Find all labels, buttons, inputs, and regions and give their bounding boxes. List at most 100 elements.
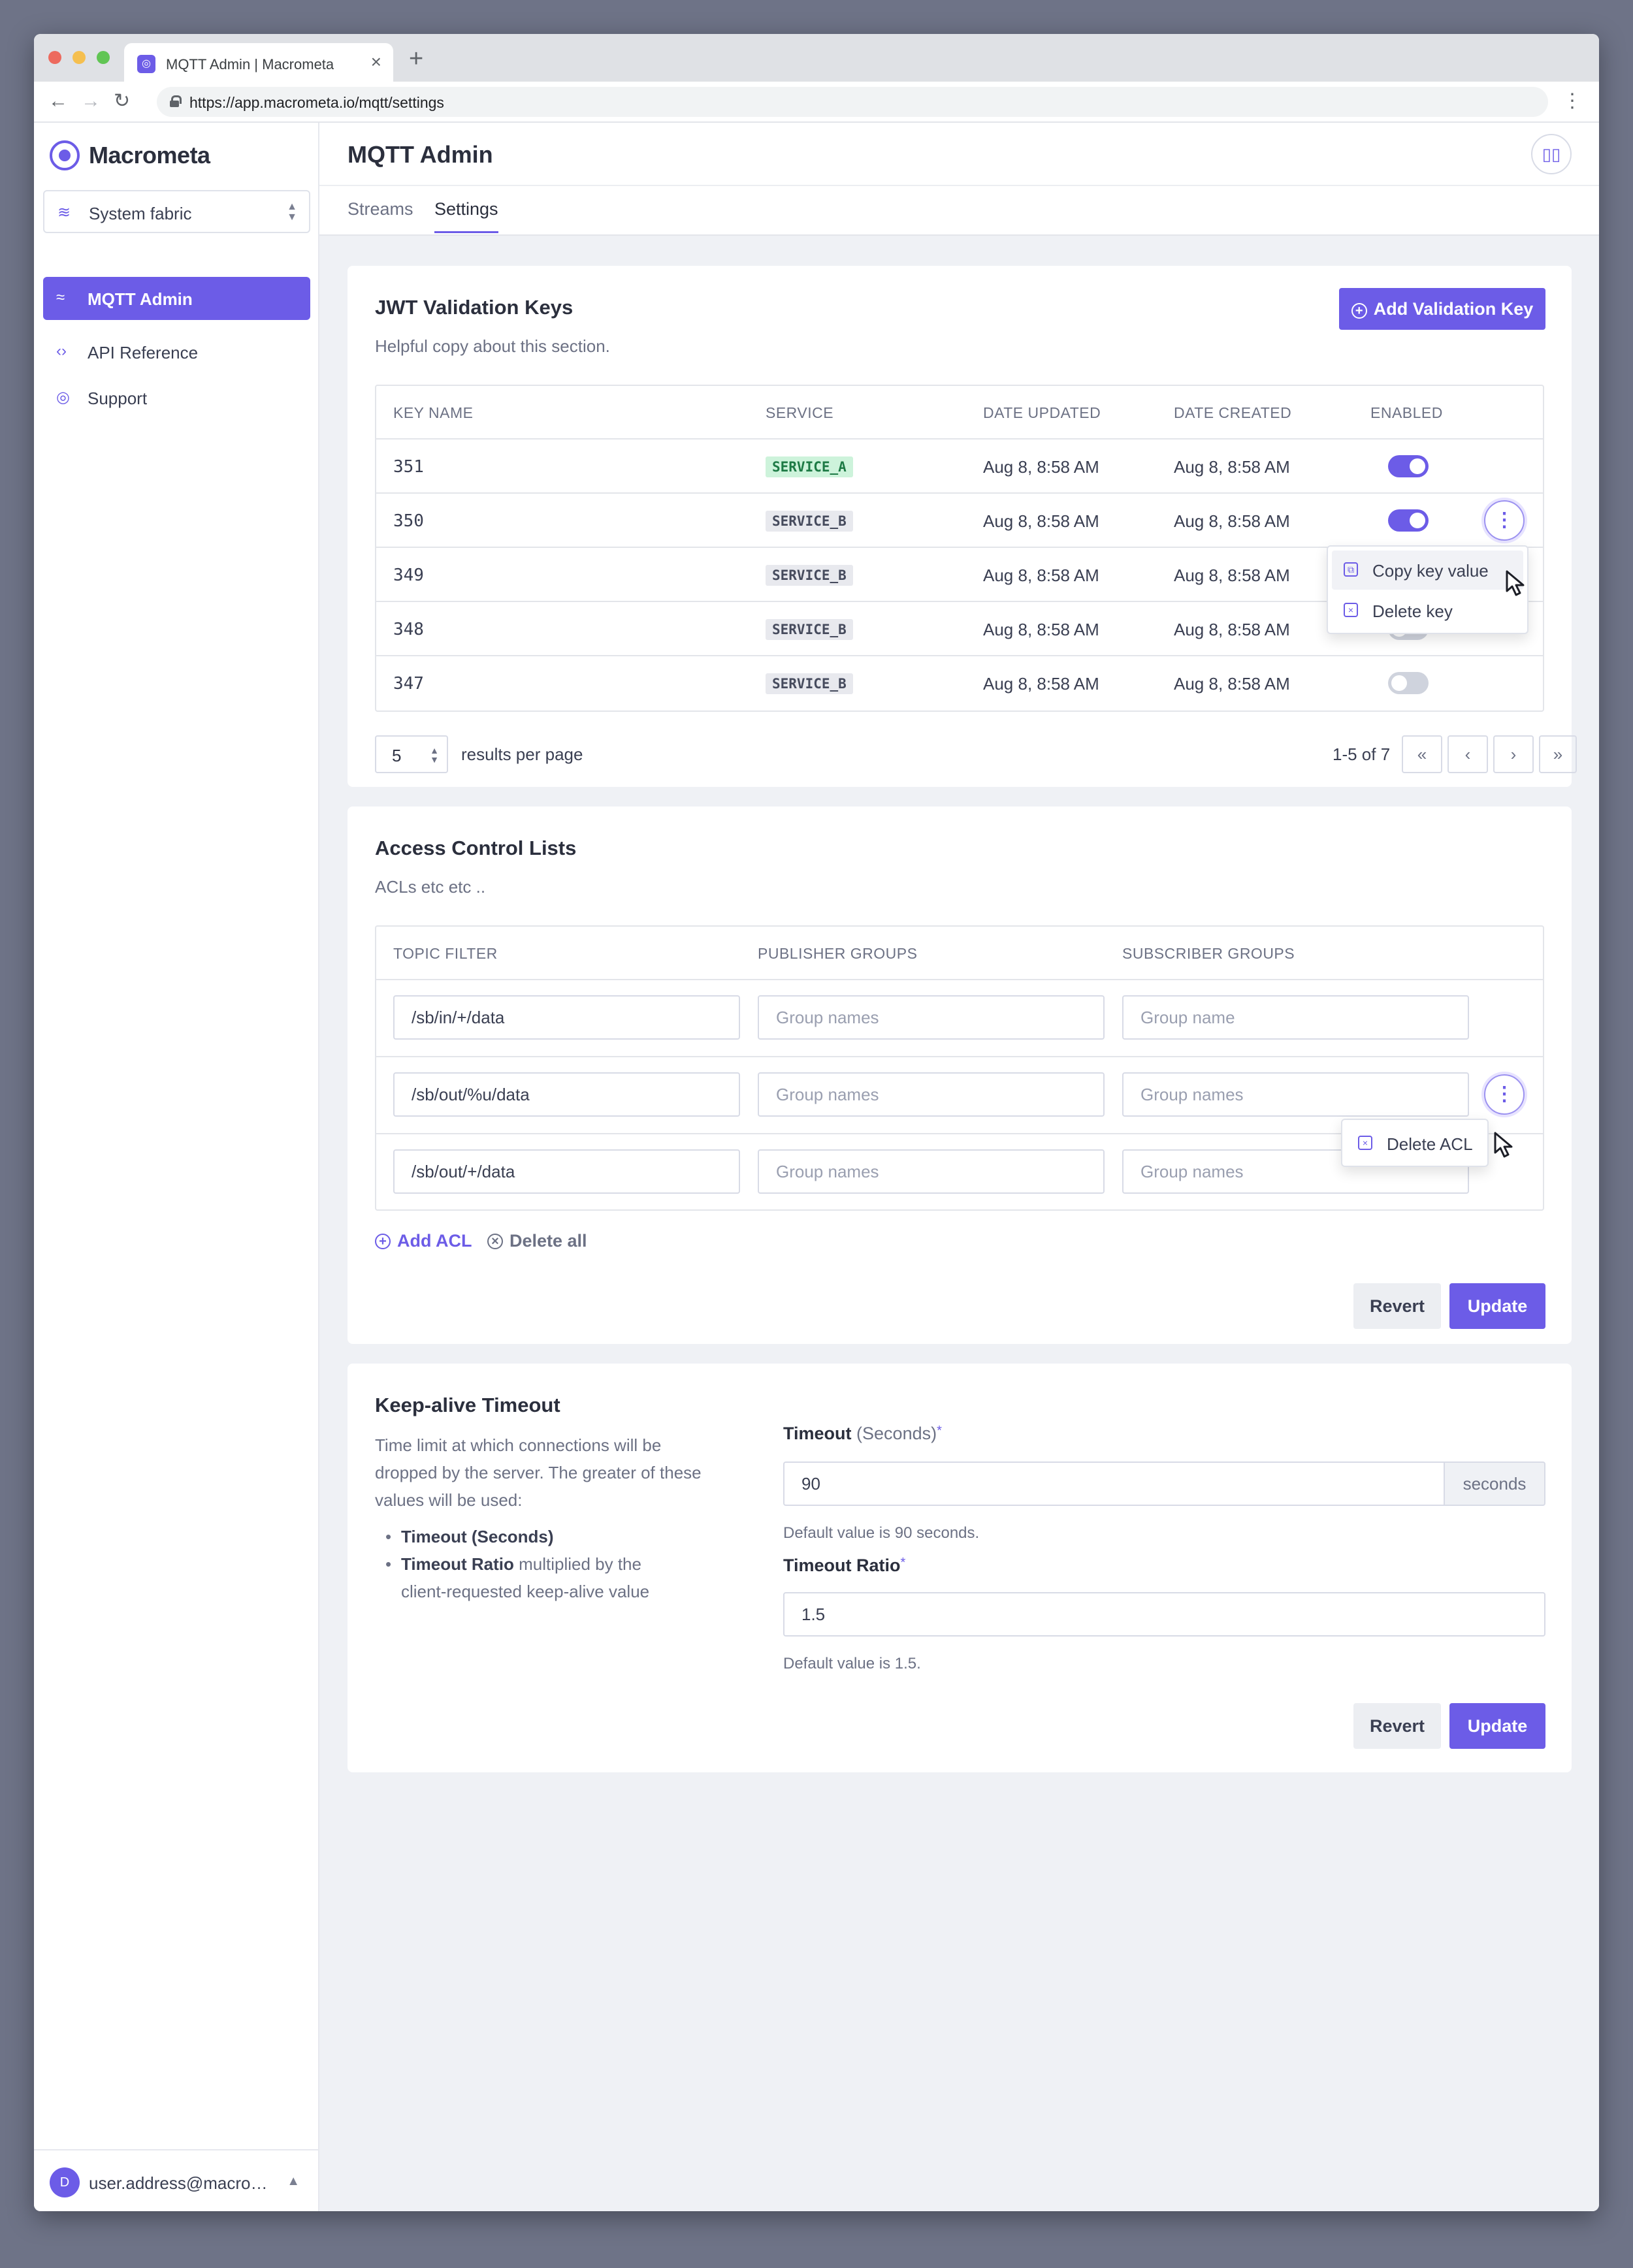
select-chevrons-icon: ▲ ▼	[287, 201, 297, 223]
jwt-section-title: JWT Validation Keys	[375, 296, 574, 319]
docs-book-icon[interactable]: ▯▯	[1531, 134, 1572, 174]
tab-close-icon[interactable]: ×	[371, 52, 381, 72]
copy-icon: ⧉	[1344, 562, 1358, 577]
add-validation-key-button[interactable]: + Add Validation Key	[1339, 288, 1545, 330]
last-page-icon[interactable]: »	[1539, 735, 1577, 773]
fabric-select-value: System fabric	[89, 204, 192, 223]
avatar: D	[50, 2167, 80, 2197]
jwt-keys-table: KEY NAME SERVICE DATE UPDATED DATE CREAT…	[375, 385, 1544, 712]
user-menu[interactable]: D user.address@macro… ▲	[34, 2149, 319, 2211]
pagination-range: 1-5 of 7	[1333, 744, 1391, 764]
window-close-dot[interactable]	[48, 51, 61, 64]
column-header-service: SERVICE	[766, 404, 834, 421]
sidebar-item-mqtt-admin[interactable]: ≈ MQTT Admin	[43, 277, 310, 320]
browser-tab[interactable]: ◎ MQTT Admin | Macrometa ×	[124, 43, 393, 82]
date-created: Aug 8, 8:58 AM	[1174, 511, 1290, 531]
jwt-section-subtitle: Helpful copy about this section.	[375, 336, 610, 356]
forward-arrow-icon[interactable]: →	[81, 88, 101, 114]
menu-item-delete-key[interactable]: × Delete key	[1332, 591, 1523, 630]
browser-toolbar: ← → ↻ https://app.macrometa.io/mqtt/sett…	[34, 82, 1599, 123]
ratio-label: Timeout Ratio*	[783, 1556, 906, 1575]
page-size-select[interactable]: 5 ▲ ▼	[375, 735, 448, 773]
topic-filter-input[interactable]	[393, 1149, 740, 1194]
x-circle-icon: ×	[487, 1233, 503, 1249]
window-minimize-dot[interactable]	[73, 51, 86, 64]
key-name: 347	[393, 674, 424, 694]
timeout-input[interactable]	[783, 1461, 1445, 1506]
topic-filter-input[interactable]	[393, 1072, 740, 1117]
key-name: 349	[393, 566, 424, 585]
sidebar-item-label: MQTT Admin	[88, 289, 193, 309]
jwt-keys-card: JWT Validation Keys Helpful copy about t…	[348, 266, 1577, 787]
macrometa-favicon-icon: ◎	[137, 55, 155, 73]
first-page-icon[interactable]: «	[1402, 735, 1442, 773]
date-updated: Aug 8, 8:58 AM	[983, 457, 1099, 477]
tab-settings[interactable]: Settings	[434, 199, 498, 233]
add-acl-button[interactable]: + Add ACL	[375, 1231, 472, 1251]
waves-icon: ≈	[56, 289, 65, 306]
new-tab-icon[interactable]: +	[409, 46, 423, 72]
topic-filter-input[interactable]	[393, 995, 740, 1040]
url-text[interactable]: https://app.macrometa.io/mqtt/settings	[189, 94, 444, 112]
acl-revert-button[interactable]: Revert	[1353, 1283, 1441, 1329]
address-bar[interactable]: https://app.macrometa.io/mqtt/settings	[157, 87, 1548, 117]
table-row: 351 SERVICE_A Aug 8, 8:58 AM Aug 8, 8:58…	[376, 438, 1543, 492]
sidebar-item-support[interactable]: ◎ Support	[43, 376, 310, 419]
publisher-groups-input[interactable]	[758, 1149, 1105, 1194]
date-created: Aug 8, 8:58 AM	[1174, 566, 1290, 585]
list-item: Timeout (Seconds)	[375, 1523, 682, 1550]
key-name: 348	[393, 620, 424, 639]
window-zoom-dot[interactable]	[97, 51, 110, 64]
enabled-toggle[interactable]	[1388, 509, 1429, 532]
user-email: user.address@macro…	[89, 2173, 268, 2193]
lifebuoy-icon: ◎	[56, 389, 70, 406]
acl-row-actions-kebab-icon[interactable]: ⋮	[1484, 1074, 1525, 1115]
date-updated: Aug 8, 8:58 AM	[983, 674, 1099, 694]
menu-item-copy-key[interactable]: ⧉ Copy key value	[1332, 551, 1523, 590]
publisher-groups-input[interactable]	[758, 1072, 1105, 1117]
list-item: Timeout Ratio multiplied by the client-r…	[375, 1550, 682, 1605]
back-arrow-icon[interactable]: ←	[48, 88, 68, 114]
browser-menu-icon[interactable]: ⋮	[1562, 89, 1582, 112]
keepalive-section-title: Keep-alive Timeout	[375, 1394, 560, 1416]
table-row: 350 SERVICE_B Aug 8, 8:58 AM Aug 8, 8:58…	[376, 492, 1543, 547]
service-badge: SERVICE_B	[766, 565, 853, 586]
page-tabs: Streams Settings	[319, 186, 1599, 236]
menu-item-label: Delete key	[1372, 601, 1453, 621]
fabric-select[interactable]: ≋ System fabric ▲ ▼	[43, 190, 310, 233]
sidebar-item-label: API Reference	[88, 343, 199, 362]
plus-circle-icon: +	[375, 1233, 391, 1249]
main-content: MQTT Admin ▯▯ Streams Settings JWT Valid…	[319, 123, 1599, 2211]
subscriber-groups-input[interactable]	[1122, 1072, 1469, 1117]
service-badge: SERVICE_B	[766, 619, 853, 640]
reload-icon[interactable]: ↻	[114, 88, 130, 114]
service-badge: SERVICE_B	[766, 673, 853, 694]
next-page-icon[interactable]: ›	[1493, 735, 1534, 773]
brand-logo[interactable]: Macrometa	[50, 137, 210, 174]
enabled-toggle[interactable]	[1388, 455, 1429, 477]
prev-page-icon[interactable]: ‹	[1447, 735, 1488, 773]
keepalive-update-button[interactable]: Update	[1449, 1703, 1545, 1749]
keepalive-revert-button[interactable]: Revert	[1353, 1703, 1441, 1749]
menu-item-delete-acl[interactable]: × Delete ACL	[1346, 1124, 1483, 1163]
delete-all-button[interactable]: × Delete all	[487, 1231, 587, 1251]
keepalive-card: Keep-alive Timeout Time limit at which c…	[348, 1364, 1572, 1772]
acl-update-button[interactable]: Update	[1449, 1283, 1545, 1329]
date-updated: Aug 8, 8:58 AM	[983, 511, 1099, 531]
delete-all-label: Delete all	[509, 1231, 587, 1251]
timeout-unit-addon: seconds	[1445, 1461, 1545, 1506]
macrometa-logo-icon	[50, 140, 80, 170]
sidebar-item-label: Support	[88, 389, 148, 408]
add-acl-label: Add ACL	[397, 1231, 472, 1251]
tab-streams[interactable]: Streams	[348, 199, 413, 231]
acl-section-title: Access Control Lists	[375, 837, 577, 859]
publisher-groups-input[interactable]	[758, 995, 1105, 1040]
sidebar-item-api-reference[interactable]: ‹› API Reference	[43, 330, 310, 374]
delete-x-icon: ×	[1358, 1136, 1372, 1150]
row-actions-kebab-icon[interactable]: ⋮	[1484, 500, 1525, 541]
subscriber-groups-input[interactable]	[1122, 995, 1469, 1040]
ratio-input[interactable]	[783, 1592, 1545, 1637]
enabled-toggle[interactable]	[1388, 672, 1429, 694]
service-badge: SERVICE_A	[766, 456, 853, 477]
date-created: Aug 8, 8:58 AM	[1174, 620, 1290, 639]
